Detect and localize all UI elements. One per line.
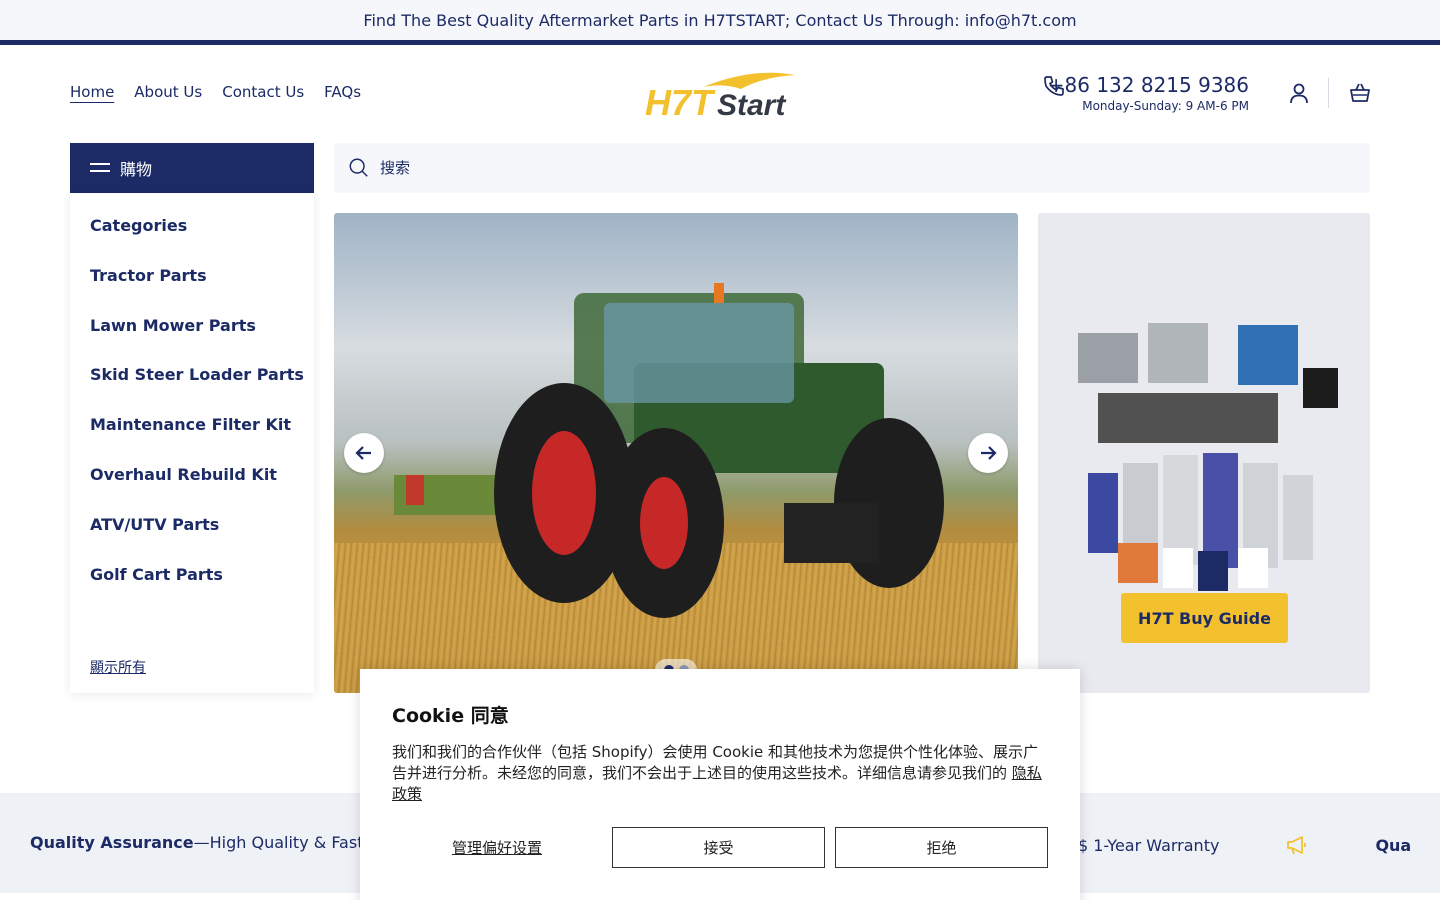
site-logo[interactable]: H7T Start bbox=[643, 71, 797, 123]
arrow-right-icon bbox=[981, 446, 997, 460]
cookie-actions: 管理偏好设置 接受 拒绝 bbox=[392, 827, 1048, 868]
marquee-tail: ping $ 1-Year Warranty Qua bbox=[1038, 833, 1411, 857]
manage-preferences-button[interactable]: 管理偏好设置 bbox=[392, 837, 602, 858]
category-sidebar: Categories Tractor Parts Lawn Mower Part… bbox=[70, 193, 314, 693]
megaphone-icon bbox=[1287, 836, 1307, 855]
category-item-atv-utv-parts[interactable]: ATV/UTV Parts bbox=[70, 513, 314, 563]
category-item-skid-steer-loader-parts[interactable]: Skid Steer Loader Parts bbox=[70, 363, 314, 413]
nav-faqs[interactable]: FAQs bbox=[324, 83, 361, 101]
shop-menu-label: 購物 bbox=[120, 160, 153, 179]
hamburger-icon bbox=[90, 161, 110, 175]
slide-prev-button[interactable] bbox=[344, 433, 384, 473]
hero-slideshow bbox=[334, 213, 1018, 693]
show-all-link[interactable]: 顯示所有 bbox=[90, 657, 146, 677]
nav-home[interactable]: Home bbox=[70, 83, 114, 101]
cookie-consent-dialog: Cookie 同意 我们和我们的合作伙伴（包括 Shopify）会使用 Cook… bbox=[360, 669, 1080, 900]
contact-phone-block: +86 132 8215 9386 Monday-Sunday: 9 AM-6 … bbox=[1048, 73, 1249, 113]
category-list: Categories Tractor Parts Lawn Mower Part… bbox=[70, 193, 314, 612]
category-item-lawn-mower-parts[interactable]: Lawn Mower Parts bbox=[70, 314, 314, 364]
slide-next-button[interactable] bbox=[968, 433, 1008, 473]
marquee-text: High Quality & Fast S bbox=[209, 833, 379, 852]
cookie-body-text: 我们和我们的合作伙伴（包括 Shopify）会使用 Cookie 和其他技术为您… bbox=[392, 743, 1039, 782]
announcement-text: Find The Best Quality Aftermarket Parts … bbox=[363, 10, 1077, 30]
header-divider bbox=[1328, 78, 1329, 108]
arrow-left-icon bbox=[355, 446, 371, 460]
buy-guide-promo: H7T Buy Guide bbox=[1038, 213, 1370, 693]
site-header: Home About Us Contact Us FAQs H7T Start … bbox=[0, 45, 1440, 143]
category-item-tractor-parts[interactable]: Tractor Parts bbox=[70, 264, 314, 314]
logo-text-a: H7T bbox=[645, 82, 716, 121]
cart-basket-icon[interactable] bbox=[1348, 81, 1372, 105]
marquee-tail-strong: Qua bbox=[1375, 835, 1412, 855]
tractor-image bbox=[394, 283, 944, 618]
account-icon[interactable] bbox=[1287, 81, 1311, 105]
category-item-golf-cart-parts[interactable]: Golf Cart Parts bbox=[70, 563, 314, 613]
buy-guide-button[interactable]: H7T Buy Guide bbox=[1121, 593, 1288, 643]
search-input[interactable] bbox=[380, 159, 1280, 177]
nav-about-us[interactable]: About Us bbox=[134, 83, 202, 101]
marquee-track: Quality Assurance — High Quality & Fast … bbox=[30, 833, 379, 852]
category-item-maintenance-filter-kit[interactable]: Maintenance Filter Kit bbox=[70, 413, 314, 463]
cookie-title: Cookie 同意 bbox=[392, 705, 509, 727]
marquee-dash: — bbox=[193, 833, 210, 852]
accept-cookies-button[interactable]: 接受 bbox=[612, 827, 825, 868]
logo-graphic: H7T Start bbox=[645, 72, 795, 123]
marquee-strong: Quality Assurance bbox=[30, 833, 194, 852]
category-item-overhaul-rebuild-kit[interactable]: Overhaul Rebuild Kit bbox=[70, 463, 314, 513]
logo-text-b: Start bbox=[717, 89, 787, 121]
search-bar bbox=[334, 143, 1370, 193]
nav-contact-us[interactable]: Contact Us bbox=[222, 83, 304, 101]
category-item-categories[interactable]: Categories bbox=[70, 214, 314, 264]
business-hours: Monday-Sunday: 9 AM-6 PM bbox=[1082, 99, 1249, 113]
reject-cookies-button[interactable]: 拒绝 bbox=[835, 827, 1048, 868]
search-icon[interactable] bbox=[348, 157, 370, 179]
main-nav: Home About Us Contact Us FAQs bbox=[70, 83, 361, 101]
cookie-body: 我们和我们的合作伙伴（包括 Shopify）会使用 Cookie 和其他技术为您… bbox=[392, 742, 1048, 805]
shop-menu-toggle[interactable]: 購物 bbox=[70, 143, 314, 193]
announcement-bar: Find The Best Quality Aftermarket Parts … bbox=[0, 0, 1440, 40]
phone-number[interactable]: +86 132 8215 9386 bbox=[1048, 73, 1249, 97]
